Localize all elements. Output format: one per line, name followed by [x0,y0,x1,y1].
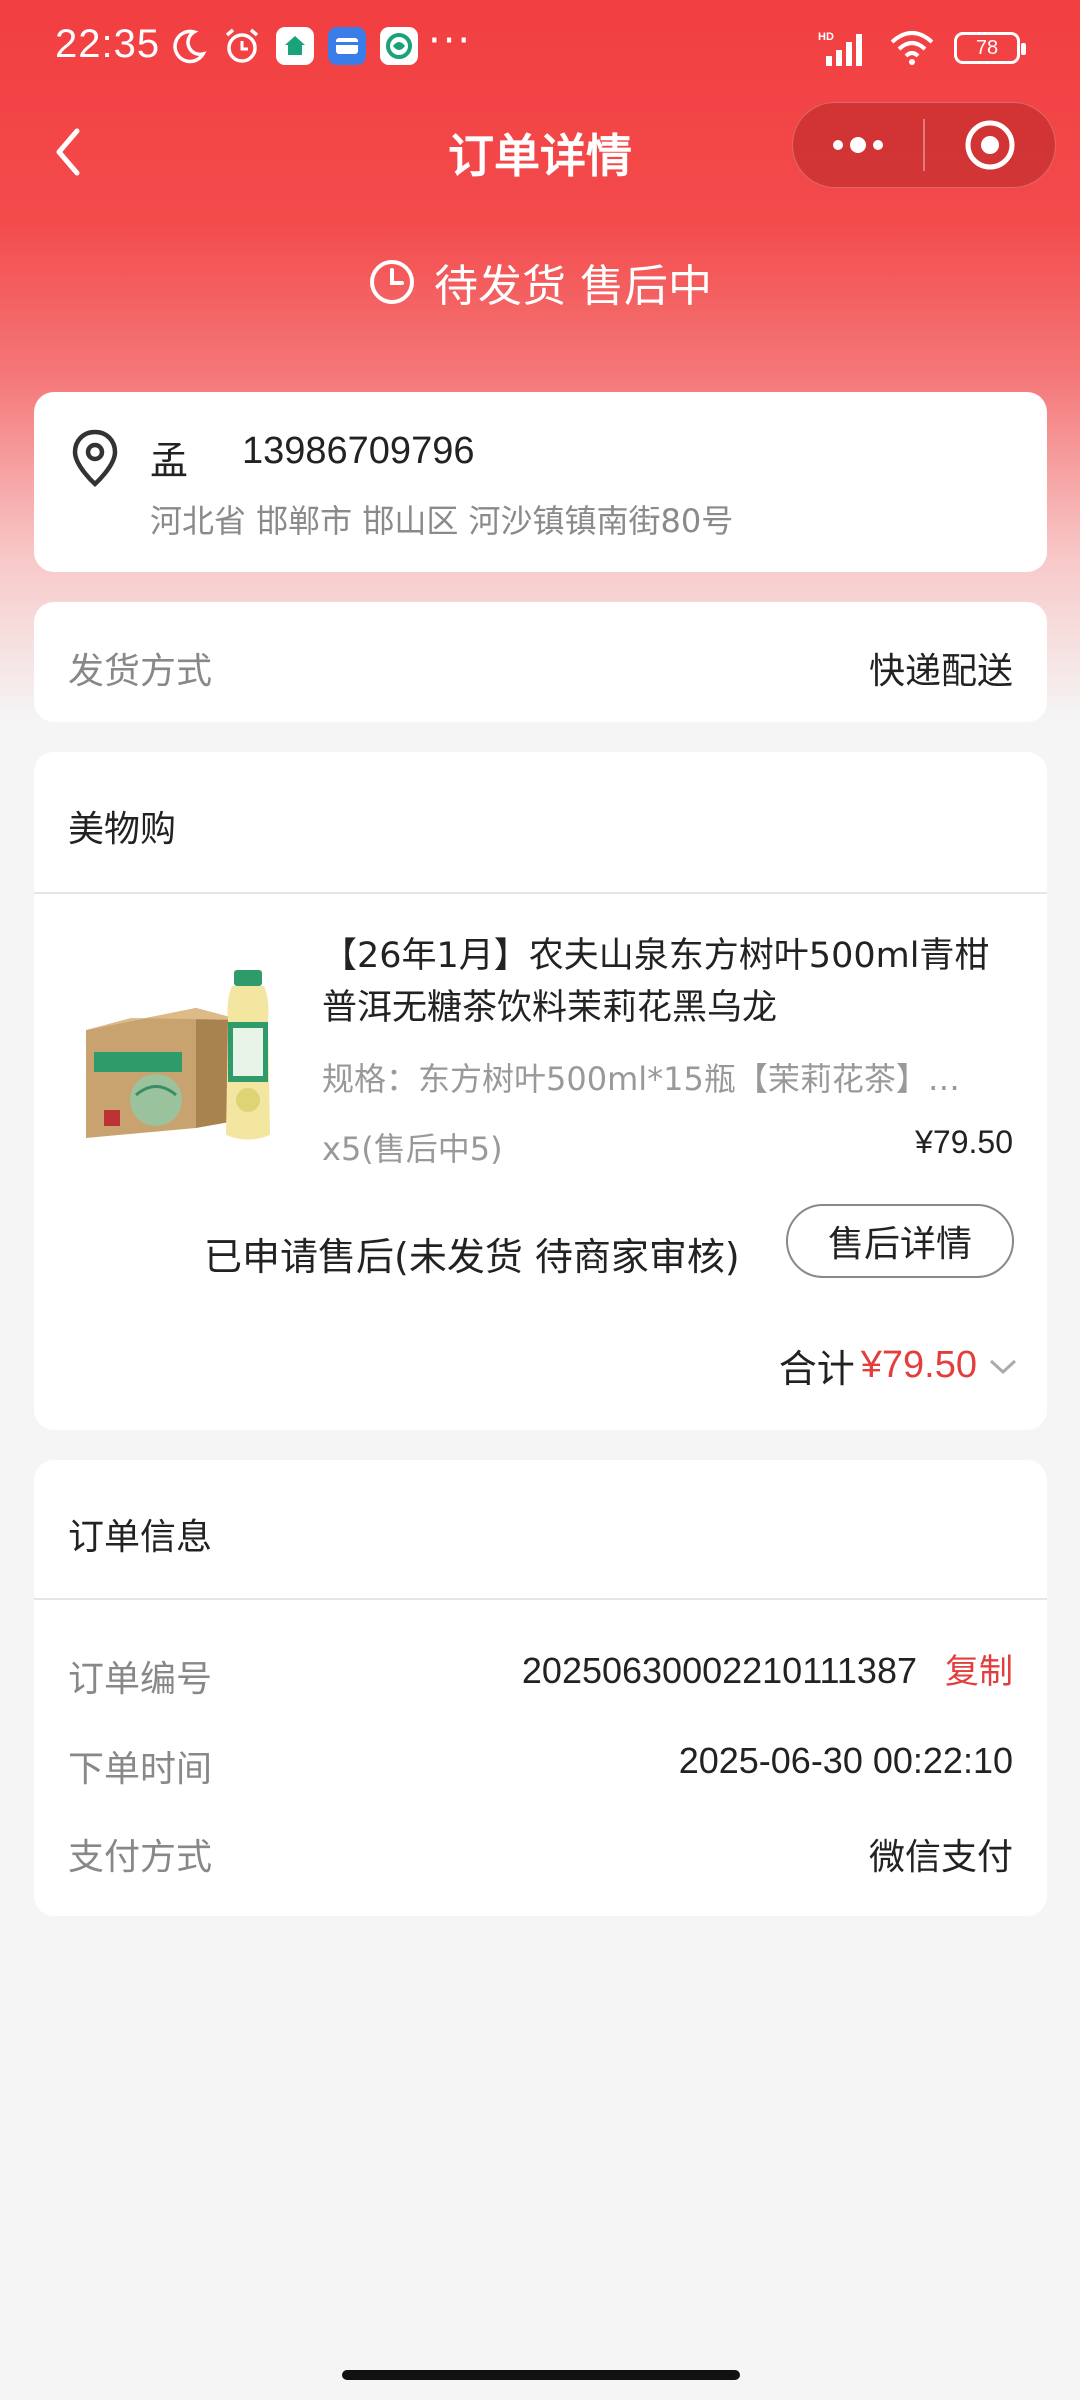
app-notification-icon [276,27,314,65]
shipping-method-label: 发货方式 [68,651,213,692]
status-icons-right: HD 78 [818,28,1026,68]
aftersale-status: 已申请售后(未发货 待商家审核) [204,1235,740,1279]
order-number-value: 20250630002210111387 [521,1650,917,1691]
home-indicator[interactable] [342,2370,740,2380]
order-status-text: 待发货 售后中 [434,261,712,312]
copy-order-number-button[interactable]: 复制 [945,1644,1013,1693]
location-pin-icon [72,429,118,488]
total-value: ¥79.50 [860,1344,977,1386]
status-time: 22:35 [55,22,161,66]
wallet-notification-icon [328,27,366,65]
svg-text:HD: HD [818,31,834,43]
shipping-method-value: 快递配送 [868,651,1013,692]
more-dots-icon [833,137,883,153]
shipping-method-card: 发货方式 快递配送 [34,602,1047,722]
order-time-label: 下单时间 [68,1749,213,1790]
order-total[interactable]: 合计 ¥79.50 [779,1338,1023,1393]
close-miniprogram-button[interactable] [925,102,1055,188]
product-quantity: x5(售后中5) [322,1130,503,1168]
battery-indicator: 78 [954,32,1026,64]
target-close-icon [965,120,1015,170]
chevron-down-icon [989,1359,1017,1374]
product-image[interactable] [76,960,316,1150]
nav-bar: 订单详情 [0,100,1080,210]
payment-method-value: 微信支付 [868,1837,1013,1878]
product-spec: 规格：东方树叶500ml*15瓶【茉莉花茶】… [322,1060,960,1098]
order-number-label: 订单编号 [68,1659,213,1700]
product-title[interactable]: 【26年1月】农夫山泉东方树叶500ml青柑普洱无糖茶饮料茉莉花黑乌龙 [322,930,1022,1034]
order-status: 待发货 售后中 [0,250,1080,314]
divider [34,892,1047,894]
order-info-title: 订单信息 [68,1517,213,1558]
status-bar: 22:35 ··· HD 78 [0,0,1080,100]
recipient-phone: 13986709796 [242,430,475,472]
alarm-icon [225,28,259,63]
order-time-value: 2025-06-30 00:22:10 [678,1740,1013,1781]
recipient-address: 河北省 邯郸市 邯山区 河沙镇镇南街80号 [150,502,734,540]
aftersale-detail-button[interactable]: 售后详情 [786,1204,1014,1278]
shop-order-card: 美物购 【26年1月】农夫山泉东方树叶500ml青柑普洱无糖茶饮料茉莉花黑乌龙 … [34,752,1047,1430]
order-info-card: 订单信息 订单编号 20250630002210111387 复制 下单时间 2… [34,1460,1047,1916]
battery-level: 78 [975,36,999,59]
order-time-row: 下单时间 2025-06-30 00:22:10 [34,1740,1047,1800]
more-menu-button[interactable] [793,102,923,188]
status-icons-left [170,26,418,66]
moon-icon [173,29,207,64]
miniprogram-capsule [792,102,1056,188]
product-price: ¥79.50 [915,1124,1013,1160]
payment-method-label: 支付方式 [68,1837,213,1878]
more-notifications-icon: ··· [428,18,473,64]
divider [34,1598,1047,1600]
order-number-row: 订单编号 20250630002210111387 复制 [34,1650,1047,1710]
mobile-notification-icon [380,27,418,65]
address-card[interactable]: 孟 13986709796 河北省 邯郸市 邯山区 河沙镇镇南街80号 [34,392,1047,572]
clock-icon [370,260,414,304]
total-label: 合计 [778,1347,855,1391]
signal-icon: HD [818,31,862,66]
shop-name[interactable]: 美物购 [68,800,176,852]
wifi-icon [890,31,934,65]
recipient-name: 孟 [150,439,189,483]
payment-method-row: 支付方式 微信支付 [34,1828,1047,1888]
